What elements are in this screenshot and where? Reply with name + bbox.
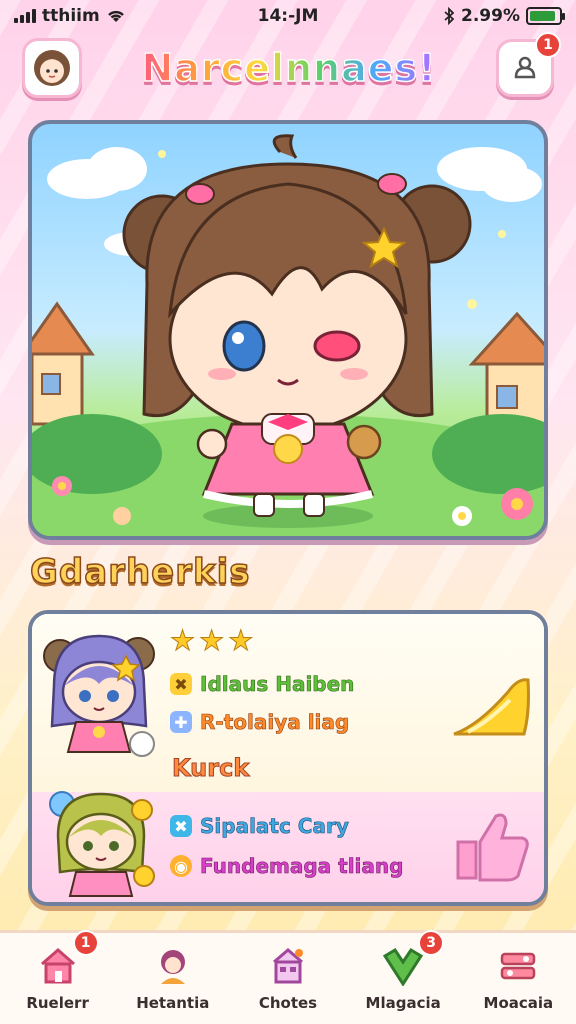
profile-avatar-button[interactable] [22, 38, 82, 98]
member2-stat2: ◉ Fundemaga tliang [170, 854, 404, 879]
app-header: Narcelnnaes! 1 [0, 32, 576, 104]
battery-percent: 2.99% [461, 6, 520, 26]
notification-badge: 1 [534, 32, 561, 58]
nav-label: Chotes [258, 993, 318, 1012]
hero-scene [32, 134, 544, 536]
green-arrow-icon [383, 947, 424, 986]
star-icon: ★ [199, 624, 225, 658]
member-class-label: Kurck [171, 754, 250, 783]
notification-button[interactable]: 1 [495, 32, 561, 97]
party-member-1[interactable]: ★ ★ ★ ✖ Idlaus Haiben ✚ R-tolaiya liag K… [32, 614, 544, 792]
game-title: Narcelnnaes! [141, 45, 437, 91]
nav-label: Mlagacia [365, 993, 441, 1012]
hero-character-card[interactable] [28, 120, 548, 540]
status-right: 2.99% [443, 6, 565, 26]
bluetooth-icon [444, 7, 455, 25]
member1-stat2: ✚ R-tolaiya liag [170, 710, 350, 735]
puzzle-icon: ✚ [170, 711, 192, 733]
nav-label: Hetantia [136, 993, 210, 1012]
status-bar: tthiim 14:-JM 2.99% [0, 0, 576, 32]
house-left-icon [32, 301, 95, 426]
building-icon [272, 947, 303, 983]
house-icon [40, 947, 75, 983]
bottom-nav: Ruelerr 1 Hetantia Chotes Mlagacia 3 Moa… [0, 929, 576, 1024]
purple-hair-girl-icon [43, 634, 155, 757]
nav-badge: 3 [418, 929, 445, 956]
star-icon: ★ [228, 624, 254, 658]
settings-sliders-icon [501, 952, 536, 979]
girl-avatar-icon [34, 50, 70, 86]
nav-label: Ruelerr [26, 993, 89, 1012]
member2-stat1-text: Sipalatc Cary [200, 814, 349, 839]
party-member-2[interactable]: ✖ Sipalatc Cary ◉ Fundemaga tliang [32, 791, 544, 902]
like-hand-icon[interactable] [452, 808, 532, 884]
party-panel: ★ ★ ★ ✖ Idlaus Haiben ✚ R-tolaiya liag K… [28, 610, 548, 906]
member2-stat1: ✖ Sipalatc Cary [170, 814, 349, 838]
nav-item-missions[interactable]: Mlagacia 3 [348, 929, 458, 1022]
wifi-icon [107, 10, 124, 22]
blonde-girl-icon [49, 791, 155, 897]
coin-icon: ◉ [170, 855, 192, 877]
bell-icon [514, 56, 536, 79]
character-name-title: Gdarherkis [29, 551, 251, 593]
status-left: tthiim [14, 6, 126, 26]
member1-stat2-text: R-tolaiya liag [200, 710, 350, 735]
nav-item-characters[interactable]: Hetantia [118, 936, 228, 1022]
nav-badge: 1 [72, 929, 99, 956]
nav-item-home[interactable]: Ruelerr 1 [3, 929, 113, 1022]
signal-icon [14, 9, 36, 23]
member2-stat2-text: Fundemaga tliang [200, 854, 404, 879]
cross-icon: ✖ [170, 673, 192, 695]
cheese-icon[interactable] [448, 672, 532, 742]
nav-label: Moacaia [483, 993, 554, 1012]
star-icon: ★ [169, 624, 196, 658]
nav-item-buildings[interactable]: Chotes [233, 936, 343, 1022]
member1-stat1-text: Idlaus Haiben [200, 672, 355, 697]
rarity-stars: ★ ★ ★ [169, 624, 254, 658]
member1-stat1: ✖ Idlaus Haiben [170, 672, 355, 697]
carrier-name: tthiim [42, 6, 100, 26]
nav-item-settings[interactable]: Moacaia [463, 936, 573, 1022]
character-icon [160, 949, 185, 984]
battery-icon [526, 7, 565, 25]
cross-icon: ✖ [170, 815, 192, 837]
battery-fill [530, 11, 556, 21]
